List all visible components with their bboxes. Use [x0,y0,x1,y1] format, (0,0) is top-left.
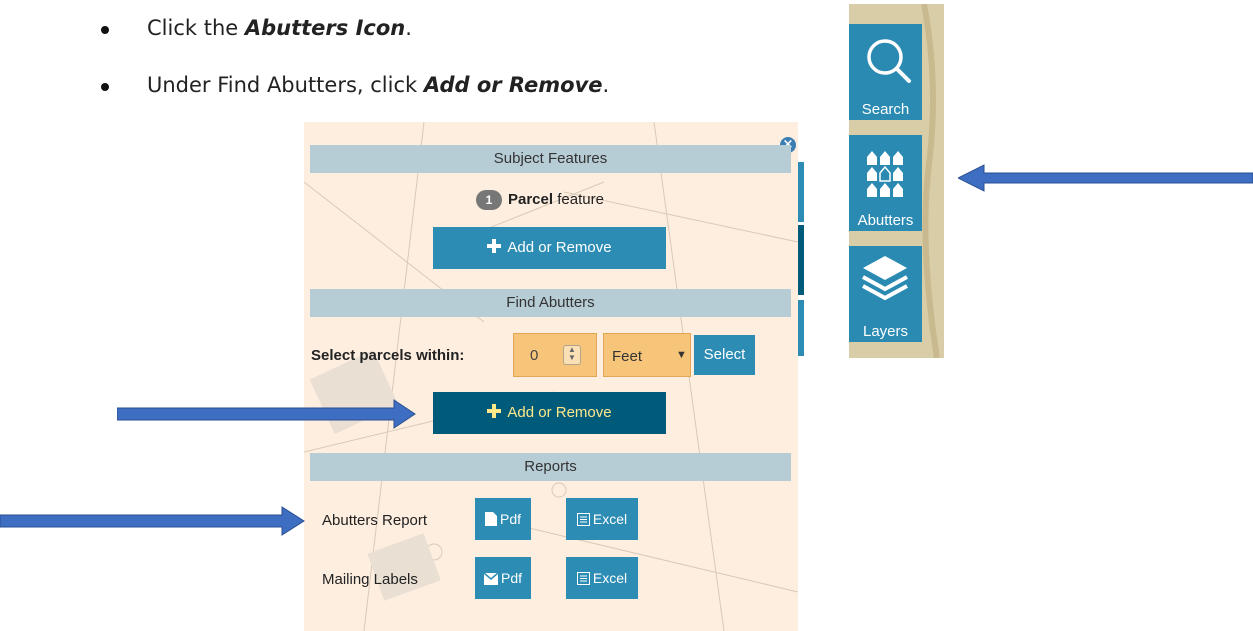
feature-count: 1 Parcel feature [476,190,604,210]
toolbar-search-button[interactable]: Search [849,24,922,120]
feature-type: Parcel [508,190,554,208]
toolbar-edge [798,300,804,356]
dropdown-arrow-icon: ▼ [676,349,687,361]
plus-icon [487,239,502,253]
document-icon [484,500,497,542]
toolbar-abutters-button[interactable]: Abutters [849,135,922,231]
reports-header: Reports [310,453,791,481]
bullet-dot [101,83,109,91]
spreadsheet-icon [576,559,590,601]
bullet-dot [101,26,109,34]
abutters-add-remove-button[interactable]: Add or Remove [433,392,666,434]
abutters-report-label: Abutters Report [322,512,428,529]
feature-suffix: feature [557,190,604,208]
find-abutters-header: Find Abutters [310,289,791,317]
mailing-labels-label: Mailing Labels [322,571,418,588]
subject-features-header: Subject Features [310,145,791,173]
layers-icon [862,256,908,301]
spreadsheet-icon [576,500,590,542]
abutters-report-pdf-button[interactable]: Pdf [475,498,531,540]
unit-select[interactable]: Feet ▼ [603,333,691,377]
arrow-to-abutters-icon [958,164,1253,192]
abutters-report-excel-button[interactable]: Excel [566,498,638,540]
subject-add-remove-button[interactable]: Add or Remove [433,227,666,269]
distance-input[interactable]: 0 ▲ ▼ [513,333,597,377]
search-icon [867,39,911,83]
toolbar-layers-button[interactable]: Layers [849,246,922,342]
select-within-label: Select parcels within: [311,347,465,364]
toolbar-edge [798,225,804,295]
select-button[interactable]: Select [694,335,755,375]
plus-icon [487,404,502,418]
envelope-icon [483,559,499,601]
arrow-to-add-remove [117,399,416,429]
spinner-icon[interactable]: ▲ ▼ [563,345,581,365]
abutters-icon [867,151,903,197]
arrow-to-abutters-report [0,506,305,536]
mailing-labels-pdf-button[interactable]: Pdf [475,557,531,599]
mailing-labels-excel-button[interactable]: Excel [566,557,638,599]
count-badge: 1 [476,190,502,210]
toolbar-edge [798,162,804,222]
